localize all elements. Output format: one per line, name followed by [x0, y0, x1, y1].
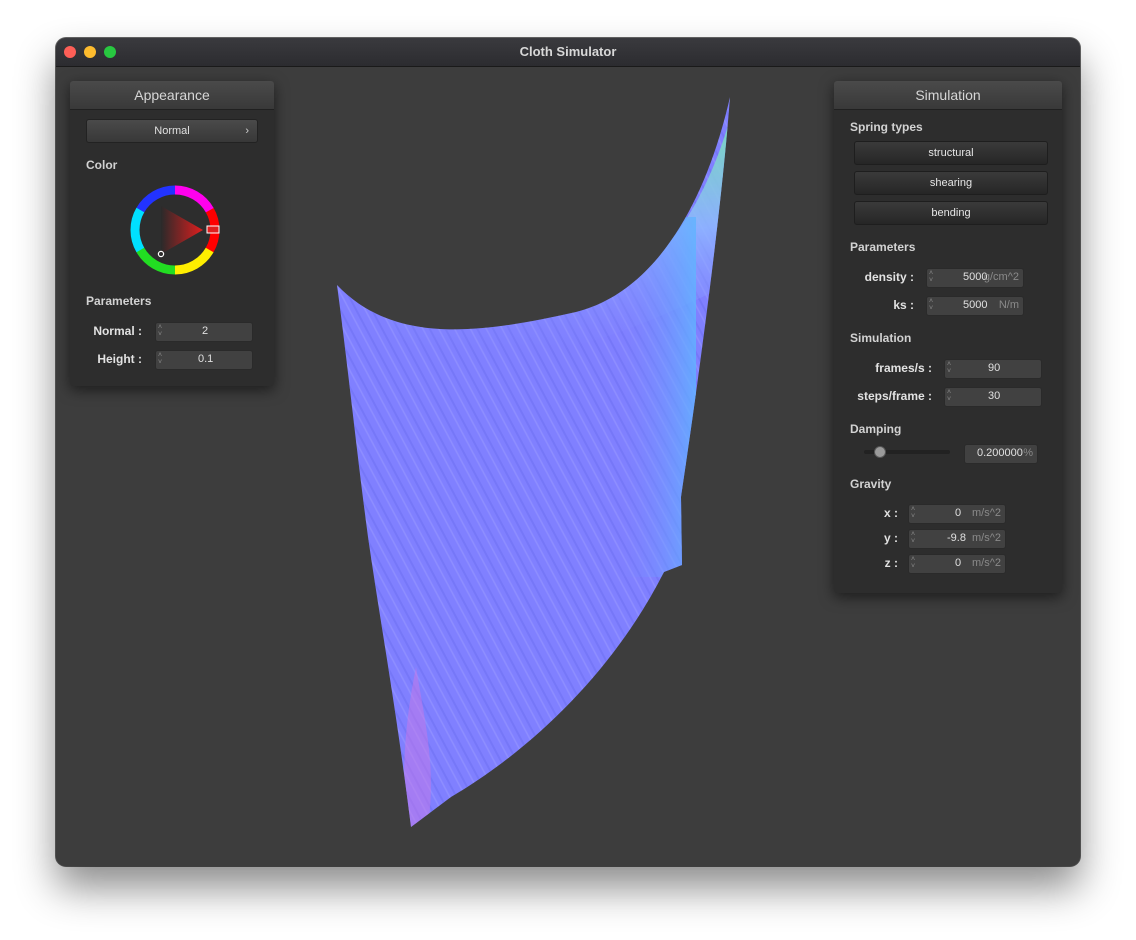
steps-label: steps/frame : [857, 389, 932, 403]
bending-button[interactable]: bending [854, 201, 1048, 225]
shader-dropdown[interactable]: Normal › [86, 119, 258, 143]
color-section-label: Color [86, 158, 118, 172]
gravity-z-input[interactable]: ˄ ˅ 0 m/s^2 [908, 554, 1006, 574]
gravity-x-input[interactable]: ˄ ˅ 0 m/s^2 [908, 504, 1006, 524]
appearance-parameters-label: Parameters [86, 294, 152, 308]
normal-input[interactable]: ˄ ˅ 2 [155, 322, 253, 342]
spinner-icon[interactable]: ˄ ˅ [911, 506, 915, 520]
gravity-z-label: z : [884, 556, 898, 570]
structural-button[interactable]: structural [854, 141, 1048, 165]
spinner-icon[interactable]: ˄ ˅ [947, 389, 951, 403]
title-bar: Cloth Simulator [56, 38, 1080, 67]
gravity-label: Gravity [850, 477, 892, 491]
damping-label: Damping [850, 422, 902, 436]
appearance-header: Appearance [70, 81, 274, 110]
appearance-panel: Appearance Normal › Color Parameters Nor… [70, 81, 274, 386]
simulation-panel: Simulation Spring types structural shear… [834, 81, 1062, 593]
color-wheel[interactable] [129, 184, 221, 276]
gravity-y-label: y : [883, 531, 898, 545]
gravity-y-input[interactable]: ˄ ˅ -9.8 m/s^2 [908, 529, 1006, 549]
ks-label: ks : [893, 298, 914, 312]
spinner-icon[interactable]: ˄ ˅ [911, 531, 915, 545]
app-window: Cloth Simulator Appearance Normal › Colo… [56, 38, 1080, 866]
shader-dropdown-value: Normal [154, 125, 190, 137]
damping-input[interactable]: 0.200000 % [964, 444, 1038, 464]
spring-types-label: Spring types [850, 120, 923, 134]
density-input[interactable]: ˄ ˅ 5000 g/cm^2 [926, 268, 1024, 288]
sim-parameters-label: Parameters [850, 240, 916, 254]
simulation-header: Simulation [834, 81, 1062, 110]
damping-slider-knob[interactable] [874, 446, 886, 458]
height-input[interactable]: ˄ ˅ 0.1 [155, 350, 253, 370]
window-title: Cloth Simulator [519, 44, 617, 59]
normal-label: Normal : [93, 324, 142, 338]
steps-input[interactable]: ˄ ˅ 30 [944, 387, 1042, 407]
shearing-button[interactable]: shearing [854, 171, 1048, 195]
spinner-icon[interactable]: ˄ ˅ [929, 270, 933, 284]
gravity-x-label: x : [883, 506, 898, 520]
spinner-icon[interactable]: ˄ ˅ [929, 298, 933, 312]
chevron-right-icon: › [245, 125, 249, 137]
spinner-icon[interactable]: ˄ ˅ [158, 324, 162, 338]
spinner-icon[interactable]: ˄ ˅ [947, 361, 951, 375]
height-label: Height : [97, 352, 142, 366]
density-label: density : [864, 270, 914, 284]
spinner-icon[interactable]: ˄ ˅ [158, 352, 162, 366]
spinner-icon[interactable]: ˄ ˅ [911, 556, 915, 570]
fps-input[interactable]: ˄ ˅ 90 [944, 359, 1042, 379]
simulation-section-label: Simulation [850, 331, 912, 345]
hue-marker[interactable] [206, 225, 220, 234]
fps-label: frames/s : [875, 361, 932, 375]
ks-input[interactable]: ˄ ˅ 5000 N/m [926, 296, 1024, 316]
